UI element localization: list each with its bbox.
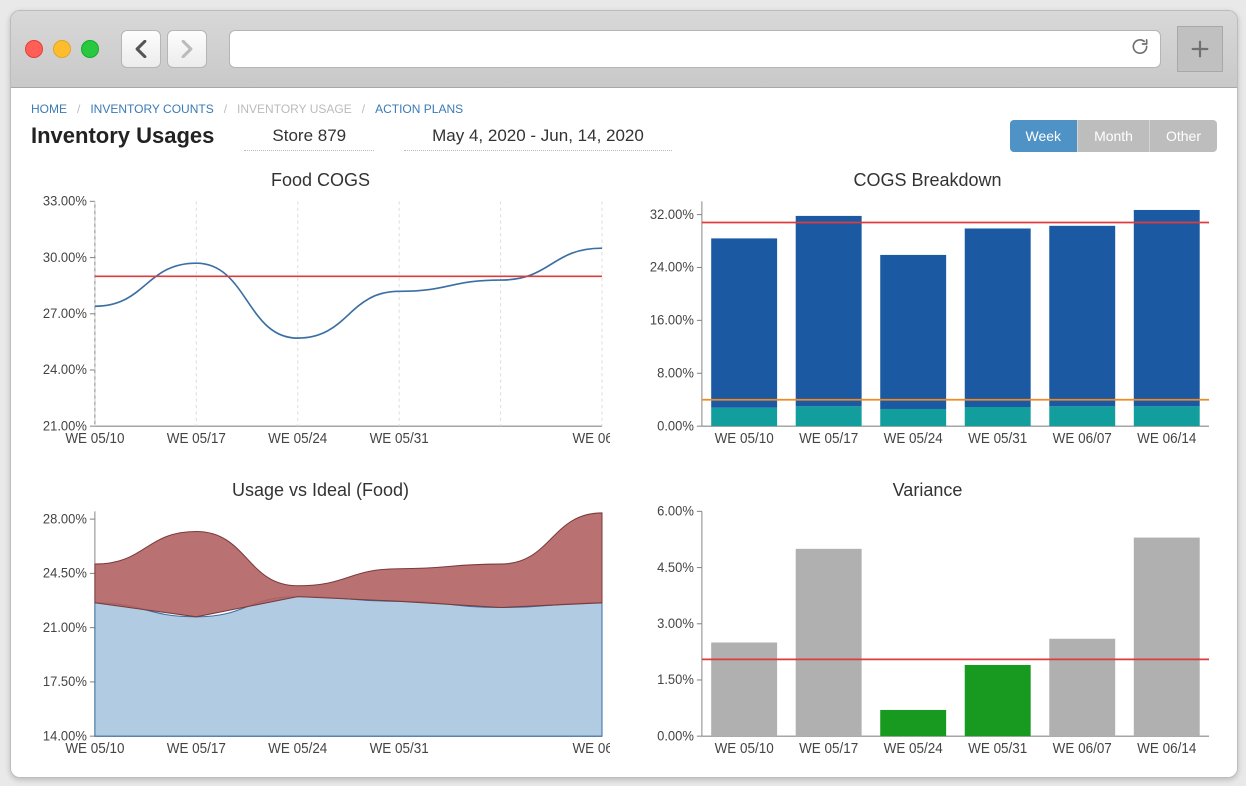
svg-text:WE 05/24: WE 05/24 xyxy=(268,430,327,446)
crumb-inventory-usage: INVENTORY USAGE xyxy=(237,102,352,116)
svg-text:4.50%: 4.50% xyxy=(657,559,694,574)
svg-text:6.00%: 6.00% xyxy=(657,505,694,519)
svg-text:WE 05/10: WE 05/10 xyxy=(715,739,774,755)
svg-text:24.00%: 24.00% xyxy=(650,259,694,274)
forward-button[interactable] xyxy=(167,30,207,68)
chevron-left-icon xyxy=(134,40,148,58)
reload-button[interactable] xyxy=(1130,37,1150,62)
plus-icon xyxy=(1189,38,1211,60)
period-segmented-control: Week Month Other xyxy=(1010,120,1217,152)
svg-text:17.50%: 17.50% xyxy=(43,673,87,688)
svg-text:0.00%: 0.00% xyxy=(657,418,694,433)
svg-text:WE 06/07: WE 06/07 xyxy=(1053,430,1112,446)
nav-buttons xyxy=(121,30,207,68)
back-button[interactable] xyxy=(121,30,161,68)
chevron-right-icon xyxy=(180,40,194,58)
svg-text:WE 06/14: WE 06/14 xyxy=(1137,739,1196,755)
period-other[interactable]: Other xyxy=(1149,120,1217,152)
browser-window: HOME/ INVENTORY COUNTS/ INVENTORY USAGE/… xyxy=(10,10,1238,778)
page-title: Inventory Usages xyxy=(31,123,214,149)
date-range-selector[interactable]: May 4, 2020 - Jun, 14, 2020 xyxy=(404,122,672,151)
card-cogs-breakdown: COGS Breakdown 0.00% 8.00% 16.00% 24.00% 32.… xyxy=(638,170,1217,450)
chart-cogs-breakdown: 0.00% 8.00% 16.00% 24.00% 32.00% WE 05/10 WE 0… xyxy=(638,195,1217,450)
svg-text:WE 05/31: WE 05/31 xyxy=(370,430,429,446)
window-controls xyxy=(25,40,99,58)
chart-title: Variance xyxy=(638,480,1217,501)
svg-text:WE 05/24: WE 05/24 xyxy=(884,739,943,755)
titlebar xyxy=(11,11,1237,88)
page-body: HOME/ INVENTORY COUNTS/ INVENTORY USAGE/… xyxy=(11,88,1237,777)
svg-text:30.00%: 30.00% xyxy=(43,249,87,264)
svg-text:WE 05/10: WE 05/10 xyxy=(715,430,774,446)
svg-text:WE 05/24: WE 05/24 xyxy=(268,739,327,755)
card-variance: Variance 0.00% 1.50% 3.00% 4.50% 6.00% WE 05/… xyxy=(638,480,1217,760)
svg-text:WE 05/17: WE 05/17 xyxy=(799,430,858,446)
svg-text:1.50%: 1.50% xyxy=(657,671,694,686)
svg-text:27.00%: 27.00% xyxy=(43,306,87,321)
svg-text:32.00%: 32.00% xyxy=(650,206,694,221)
svg-text:WE 05/31: WE 05/31 xyxy=(968,430,1027,446)
svg-text:WE 05/31: WE 05/31 xyxy=(370,739,429,755)
svg-text:WE 05/31: WE 05/31 xyxy=(968,739,1027,755)
period-month[interactable]: Month xyxy=(1077,120,1149,152)
svg-text:24.50%: 24.50% xyxy=(43,565,87,580)
svg-text:16.00%: 16.00% xyxy=(650,312,694,327)
store-selector[interactable]: Store 879 xyxy=(244,122,374,151)
svg-text:24.00%: 24.00% xyxy=(43,362,87,377)
address-bar-wrap xyxy=(229,30,1161,68)
card-usage-vs-ideal: Usage vs Ideal (Food) 14.00%17.50%21.00%… xyxy=(31,480,610,760)
svg-text:WE 06/14: WE 06/14 xyxy=(572,739,610,755)
crumb-home[interactable]: HOME xyxy=(31,102,67,116)
svg-text:WE 05/17: WE 05/17 xyxy=(167,430,226,446)
crumb-action-plans[interactable]: ACTION PLANS xyxy=(375,102,463,116)
svg-text:WE 05/17: WE 05/17 xyxy=(167,739,226,755)
chart-usage-vs-ideal: 14.00%17.50%21.00%24.50%28.00%WE 05/10WE… xyxy=(31,505,610,760)
svg-text:WE 06/07: WE 06/07 xyxy=(1053,739,1112,755)
breadcrumb: HOME/ INVENTORY COUNTS/ INVENTORY USAGE/… xyxy=(31,102,1217,116)
zoom-window-button[interactable] xyxy=(81,40,99,58)
svg-text:3.00%: 3.00% xyxy=(657,615,694,630)
reload-icon xyxy=(1130,37,1150,57)
page-header: Inventory Usages Store 879 May 4, 2020 -… xyxy=(31,120,1217,152)
card-food-cogs: Food COGS 21.00%24.00%27.00%30.00%33.00%… xyxy=(31,170,610,450)
chart-title: COGS Breakdown xyxy=(638,170,1217,191)
chart-title: Usage vs Ideal (Food) xyxy=(31,480,610,501)
svg-text:0.00%: 0.00% xyxy=(657,728,694,743)
address-bar[interactable] xyxy=(229,30,1161,68)
svg-text:WE 05/24: WE 05/24 xyxy=(884,430,943,446)
chart-variance: 0.00% 1.50% 3.00% 4.50% 6.00% WE 05/10 WE 05/1… xyxy=(638,505,1217,760)
svg-text:28.00%: 28.00% xyxy=(43,510,87,525)
close-window-button[interactable] xyxy=(25,40,43,58)
svg-text:WE 05/10: WE 05/10 xyxy=(65,430,124,446)
svg-text:WE 06/14: WE 06/14 xyxy=(572,430,610,446)
period-week[interactable]: Week xyxy=(1010,120,1078,152)
svg-text:21.00%: 21.00% xyxy=(43,619,87,634)
chart-food-cogs: 21.00%24.00%27.00%30.00%33.00%WE 05/10WE… xyxy=(31,195,610,450)
minimize-window-button[interactable] xyxy=(53,40,71,58)
svg-text:WE 05/17: WE 05/17 xyxy=(799,739,858,755)
svg-text:WE 06/14: WE 06/14 xyxy=(1137,430,1196,446)
svg-text:WE 05/10: WE 05/10 xyxy=(65,739,124,755)
crumb-inventory-counts[interactable]: INVENTORY COUNTS xyxy=(90,102,213,116)
svg-text:33.00%: 33.00% xyxy=(43,195,87,209)
chart-grid: Food COGS 21.00% 24.00% 27.00% 30.00% 33.00%… xyxy=(31,170,1217,759)
svg-text:8.00%: 8.00% xyxy=(657,365,694,380)
new-tab-button[interactable] xyxy=(1177,26,1223,72)
chart-title: Food COGS xyxy=(31,170,610,191)
